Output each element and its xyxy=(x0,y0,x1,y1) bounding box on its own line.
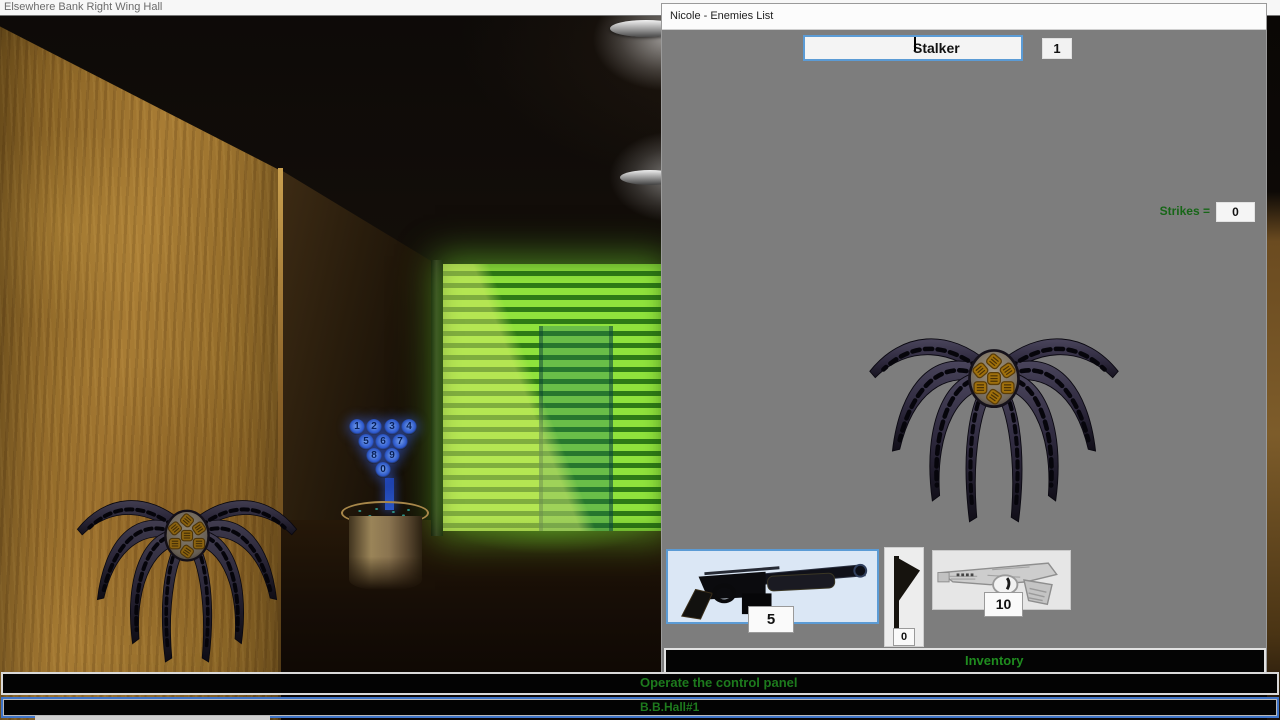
strikes-value-box: 0 xyxy=(1216,202,1255,222)
pistol-ammo-count: 10 xyxy=(984,592,1023,617)
keypad-digit-4[interactable]: 4 xyxy=(401,419,417,435)
objective-text: Operate the control panel xyxy=(640,674,797,692)
control-panel-pedestal[interactable] xyxy=(349,516,422,590)
light-beam-overlay xyxy=(443,264,662,531)
stalker-portrait xyxy=(858,272,1130,554)
location-text: B.B.Hall#1 xyxy=(640,699,699,715)
keypad-digit-1[interactable]: 1 xyxy=(349,419,365,435)
text-caret xyxy=(914,37,916,51)
game-screen: 1 2 3 4 5 6 7 8 9 0 Elsewhere Bank Right… xyxy=(0,0,1280,720)
enemy-name-value: Stalker xyxy=(913,37,960,59)
shotgun-ammo-count: 5 xyxy=(748,606,794,633)
laser-grid-barrier xyxy=(443,264,662,531)
inventory-label: Inventory xyxy=(965,650,1024,671)
background-window-edge xyxy=(35,716,270,720)
strikes-label: Strikes = xyxy=(1102,204,1210,218)
enemies-window-titlebar[interactable]: Nicole - Enemies List xyxy=(662,4,1266,30)
inventory-header-bar: Inventory xyxy=(664,648,1266,674)
keypad-digit-9[interactable]: 9 xyxy=(384,448,400,464)
objective-bar: Operate the control panel xyxy=(1,672,1279,695)
keypad-digit-3[interactable]: 3 xyxy=(384,419,400,435)
axe-blade-icon xyxy=(898,558,920,606)
axe-ammo-count: 0 xyxy=(893,628,915,646)
stalker-enemy[interactable] xyxy=(62,462,312,670)
keypad-digit-0[interactable]: 0 xyxy=(375,462,391,478)
enemy-name-input[interactable]: Stalker xyxy=(803,35,1023,61)
enemies-list-window: Nicole - Enemies List Stalker 1 Strikes … xyxy=(661,3,1267,673)
enemies-window-title: Nicole - Enemies List xyxy=(662,4,773,29)
enemy-count-box: 1 xyxy=(1042,38,1072,59)
laser-grid-post xyxy=(431,260,443,536)
right-wall-strip xyxy=(1267,6,1280,720)
main-window-title: Elsewhere Bank Right Wing Hall xyxy=(0,0,162,15)
keypad-digit-2[interactable]: 2 xyxy=(366,419,382,435)
location-bar: B.B.Hall#1 xyxy=(1,697,1279,718)
